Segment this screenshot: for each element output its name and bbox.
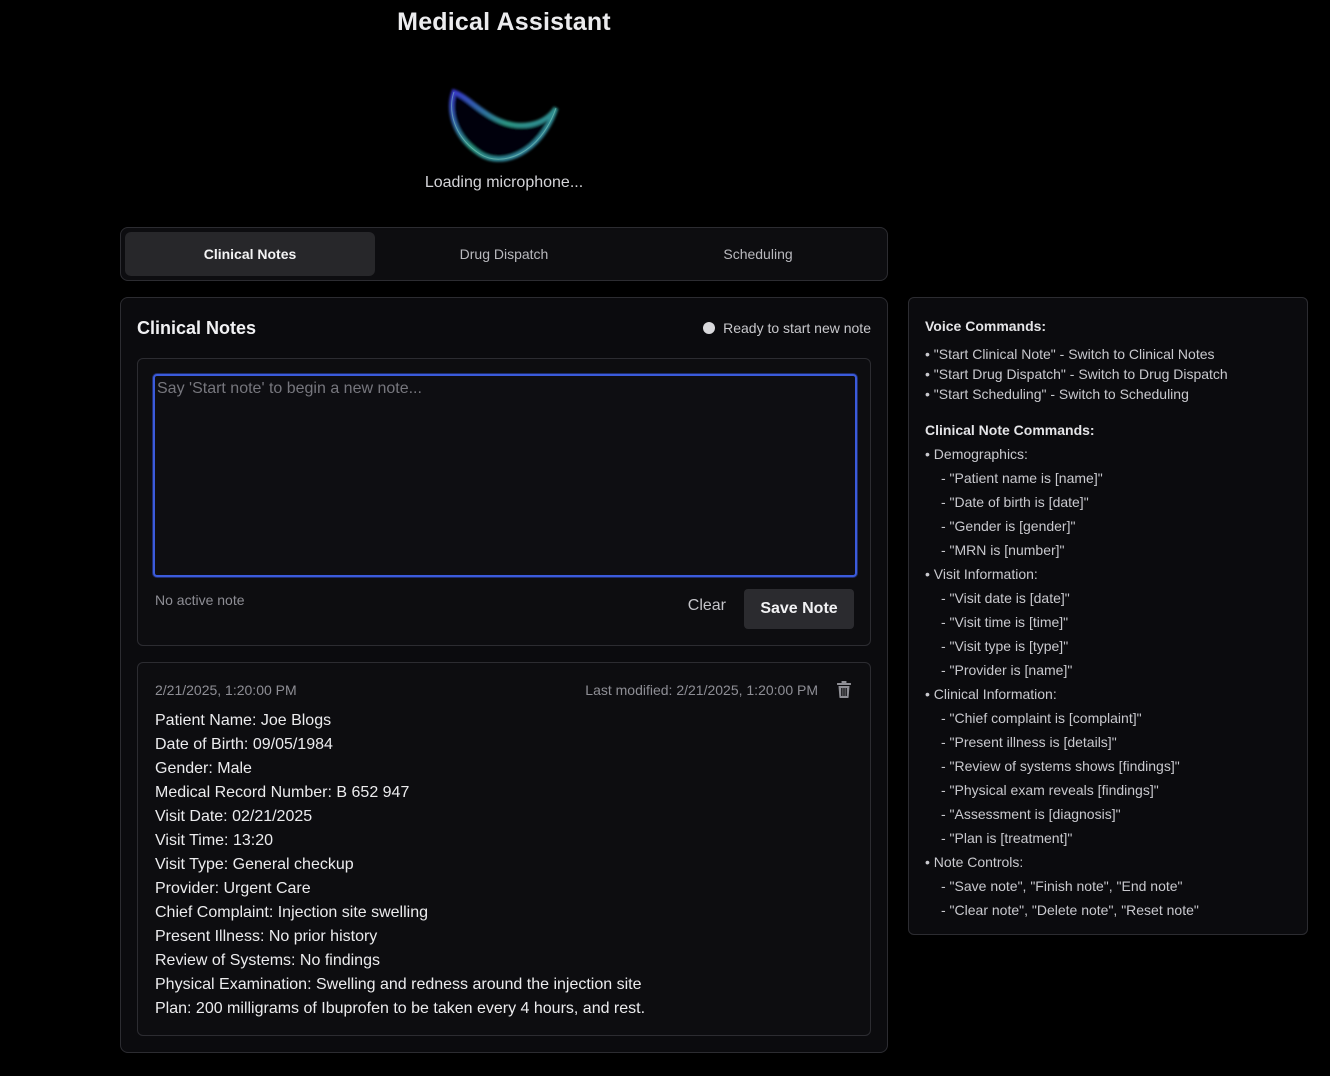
note-line: Provider: Urgent Care	[155, 880, 311, 897]
note-line: Present Illness: No prior history	[155, 928, 378, 945]
note-line: Review of Systems: No findings	[155, 952, 380, 969]
note-line: Medical Record Number: B 652 947	[155, 784, 410, 801]
note-textarea[interactable]	[153, 374, 857, 577]
mode-tabs: Clinical Notes Drug Dispatch Scheduling	[120, 227, 888, 281]
note-modified-timestamp: Last modified: 2/21/2025, 1:20:00 PM	[585, 682, 818, 698]
app-title: Medical Assistant	[397, 8, 611, 36]
command-item: - "Save note", "Finish note", "End note"	[941, 878, 1183, 894]
command-item: - "Assessment is [diagnosis]"	[941, 806, 1121, 822]
note-line: Visit Time: 13:20	[155, 832, 273, 849]
tab-drug-dispatch[interactable]: Drug Dispatch	[379, 232, 629, 276]
command-item: - "Review of systems shows [findings]"	[941, 758, 1180, 774]
command-item: - "Date of birth is [date]"	[941, 494, 1089, 510]
note-line: Plan: 200 milligrams of Ibuprofen to be …	[155, 1000, 646, 1017]
status-text: Ready to start new note	[723, 320, 871, 336]
command-item: - "Patient name is [name]"	[941, 470, 1103, 486]
command-group-title: • Visit Information:	[925, 566, 1038, 582]
note-line: Patient Name: Joe Blogs	[155, 712, 332, 729]
voice-command-item: • "Start Drug Dispatch" - Switch to Drug…	[925, 366, 1228, 382]
command-item: - "Visit type is [type]"	[941, 638, 1069, 654]
status-dot-icon	[703, 322, 716, 334]
command-item: - "Visit time is [time]"	[941, 614, 1069, 630]
panel-title: Clinical Notes	[137, 318, 257, 338]
voice-command-item: • "Start Scheduling" - Switch to Schedul…	[925, 386, 1189, 402]
note-line: Visit Date: 02/21/2025	[155, 808, 313, 825]
clear-button[interactable]: Clear	[682, 589, 732, 623]
command-item: - "Present illness is [details]"	[941, 734, 1117, 750]
voice-command-item: • "Start Clinical Note" - Switch to Clin…	[925, 346, 1215, 362]
active-note-status: No active note	[155, 592, 245, 608]
command-group-title: • Clinical Information:	[925, 686, 1057, 702]
command-item: - "Physical exam reveals [findings]"	[941, 782, 1159, 798]
note-line: Date of Birth: 09/05/1984	[155, 736, 333, 753]
note-created-timestamp: 2/21/2025, 1:20:00 PM	[155, 682, 297, 698]
command-group-title: • Note Controls:	[925, 854, 1024, 870]
note-line: Physical Examination: Swelling and redne…	[155, 976, 642, 993]
tab-clinical-notes[interactable]: Clinical Notes	[125, 232, 375, 276]
mic-visualizer-icon	[449, 88, 559, 162]
command-item: - "Visit date is [date]"	[941, 590, 1070, 606]
note-content: Patient Name: Joe Blogs Date of Birth: 0…	[155, 709, 645, 1021]
command-group-title: • Demographics:	[925, 446, 1028, 462]
mic-status: Loading microphone...	[424, 174, 584, 191]
voice-commands-heading: Voice Commands:	[925, 318, 1047, 334]
saved-note-card: 2/21/2025, 1:20:00 PM Last modified: 2/2…	[137, 662, 871, 1036]
command-item: - "MRN is [number]"	[941, 542, 1065, 558]
clinical-command-list: • Demographics: - "Patient name is [name…	[925, 442, 1291, 922]
note-editor: No active note Clear Save Note	[137, 358, 871, 646]
note-status: Ready to start new note	[703, 320, 871, 336]
command-item: - "Provider is [name]"	[941, 662, 1073, 678]
note-line: Gender: Male	[155, 760, 252, 777]
voice-commands-help: Voice Commands: • "Start Clinical Note" …	[908, 297, 1308, 935]
tab-scheduling[interactable]: Scheduling	[633, 232, 883, 276]
command-item: - "Clear note", "Delete note", "Reset no…	[941, 902, 1199, 918]
command-item: - "Chief complaint is [complaint]"	[941, 710, 1142, 726]
note-line: Visit Type: General checkup	[155, 856, 354, 873]
trash-icon[interactable]	[836, 681, 852, 698]
note-line: Chief Complaint: Injection site swelling	[155, 904, 429, 921]
command-item: - "Gender is [gender]"	[941, 518, 1076, 534]
command-item: - "Plan is [treatment]"	[941, 830, 1073, 846]
clinical-commands-heading: Clinical Note Commands:	[925, 422, 1095, 438]
save-note-button[interactable]: Save Note	[744, 589, 854, 629]
clinical-notes-panel: Clinical Notes Ready to start new note N…	[120, 297, 888, 1053]
